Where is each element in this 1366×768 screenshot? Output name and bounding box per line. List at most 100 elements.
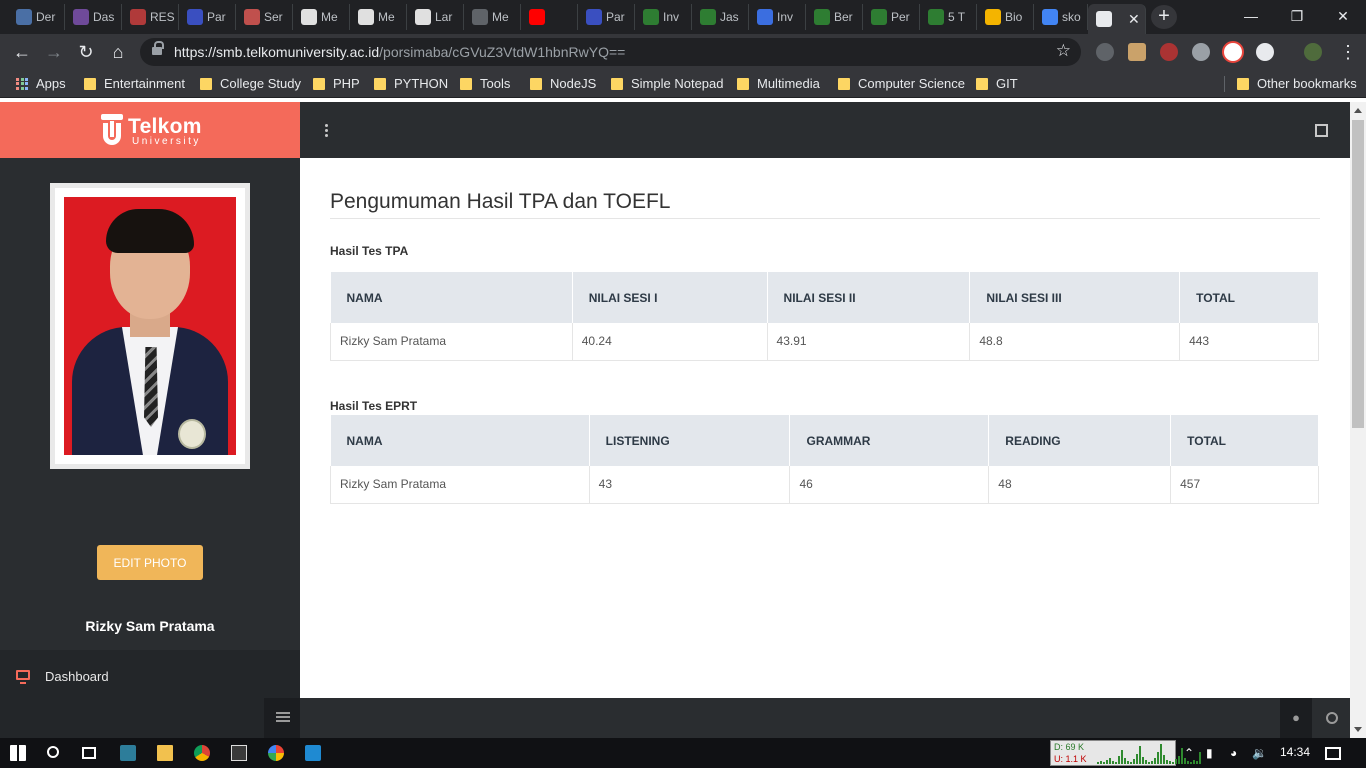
bookmark-item[interactable]: GIT bbox=[976, 76, 1018, 91]
graph-bar bbox=[1145, 760, 1147, 764]
browser-tab[interactable]: ✕ bbox=[1088, 4, 1146, 34]
bookmark-item[interactable]: Entertainment bbox=[84, 76, 185, 91]
new-tab-button[interactable]: + bbox=[1151, 5, 1177, 29]
table-cell: 48.8 bbox=[969, 323, 1181, 361]
favicon-icon bbox=[643, 9, 659, 25]
wifi-icon[interactable]: ◕ bbox=[1230, 746, 1237, 760]
browser-tab[interactable]: Ser bbox=[236, 4, 293, 30]
net-down-label: D: 69 K bbox=[1054, 742, 1085, 752]
task-view-icon[interactable] bbox=[82, 747, 96, 759]
favicon-icon bbox=[415, 9, 431, 25]
brand-header[interactable]: Telkom University bbox=[0, 102, 300, 158]
menu-icon[interactable]: ⋮ bbox=[1336, 40, 1360, 64]
app-icon[interactable] bbox=[268, 745, 284, 761]
graph-bar bbox=[1100, 761, 1102, 764]
graph-bar bbox=[1190, 762, 1192, 764]
tab-label: Me bbox=[321, 10, 338, 24]
tpa-results-table: NAMA NILAI SESI I NILAI SESI II NILAI SESI … bbox=[330, 272, 1319, 361]
battery-icon[interactable]: ▮ bbox=[1206, 746, 1213, 760]
extension-icon[interactable] bbox=[1128, 43, 1146, 61]
bookmark-item[interactable]: College Study bbox=[200, 76, 301, 91]
browser-tab[interactable]: Par bbox=[179, 4, 236, 30]
extension-icon[interactable] bbox=[1222, 41, 1244, 63]
browser-tab[interactable]: Inv bbox=[635, 4, 692, 30]
browser-tab[interactable]: Me bbox=[464, 4, 521, 30]
browser-tab[interactable]: Per bbox=[863, 4, 920, 30]
folder-icon bbox=[1237, 77, 1249, 90]
graph-bar bbox=[1121, 750, 1123, 764]
avatar[interactable] bbox=[1304, 43, 1322, 61]
windows-start-icon[interactable] bbox=[10, 745, 26, 761]
close-window-icon[interactable]: ✕ bbox=[1320, 0, 1366, 32]
back-icon[interactable]: ← bbox=[10, 40, 34, 64]
home-icon[interactable]: ⌂ bbox=[106, 40, 130, 64]
media-app-icon[interactable] bbox=[231, 745, 247, 761]
graph-bar bbox=[1172, 762, 1174, 764]
page-title: Pengumuman Hasil TPA dan TOEFL bbox=[330, 190, 671, 213]
settings-circle-icon[interactable] bbox=[1326, 712, 1338, 724]
bookmark-item[interactable]: Computer Science bbox=[838, 76, 965, 91]
browser-tab[interactable]: 5 T bbox=[920, 4, 977, 30]
scroll-up-icon[interactable] bbox=[1354, 108, 1362, 113]
table-cell: 443 bbox=[1179, 323, 1319, 361]
bookmark-item[interactable]: Tools bbox=[460, 76, 510, 91]
browser-tab[interactable] bbox=[521, 4, 578, 30]
menu-lines-icon[interactable] bbox=[264, 698, 300, 738]
more-options-icon[interactable] bbox=[325, 124, 329, 138]
bookmark-item[interactable]: Multimedia bbox=[737, 76, 820, 91]
graph-bar bbox=[1127, 761, 1129, 764]
bookmark-other[interactable]: Other bookmarks bbox=[1237, 76, 1357, 91]
reload-icon[interactable]: ↻ bbox=[74, 40, 98, 64]
extension-icon[interactable] bbox=[1096, 43, 1114, 61]
minimize-icon[interactable]: — bbox=[1228, 0, 1274, 32]
bookmark-item[interactable]: PYTHON bbox=[374, 76, 448, 91]
close-tab-icon[interactable]: ✕ bbox=[1128, 11, 1140, 28]
bookmark-label: PYTHON bbox=[394, 76, 449, 91]
bookmark-item[interactable]: Apps bbox=[16, 76, 66, 91]
forward-icon[interactable]: → bbox=[42, 40, 66, 64]
sidebar-item-dashboard[interactable]: Dashboard bbox=[0, 650, 300, 698]
extension-icon[interactable] bbox=[1160, 43, 1178, 61]
browser-tab[interactable]: sko bbox=[1034, 4, 1088, 30]
browser-tab[interactable]: Inv bbox=[749, 4, 806, 30]
pin-icon[interactable]: ● bbox=[1280, 698, 1312, 738]
volume-icon[interactable]: 🔉 bbox=[1252, 746, 1267, 760]
chrome-icon[interactable] bbox=[194, 745, 210, 761]
browser-tab[interactable]: Bio bbox=[977, 4, 1034, 30]
divider bbox=[330, 218, 1320, 219]
app-icon[interactable] bbox=[120, 745, 136, 761]
browser-tab[interactable]: Par bbox=[578, 4, 635, 30]
bookmarks-divider bbox=[1224, 76, 1225, 92]
extension-icon[interactable] bbox=[1256, 43, 1274, 61]
bookmark-item[interactable]: PHP bbox=[313, 76, 360, 91]
scrollbar-thumb[interactable] bbox=[1352, 120, 1364, 428]
vscode-icon[interactable] bbox=[305, 745, 321, 761]
browser-tab[interactable]: Der bbox=[8, 4, 65, 30]
browser-tab[interactable]: Das bbox=[65, 4, 122, 30]
bookmark-star-icon[interactable]: ☆ bbox=[1056, 41, 1071, 61]
browser-tab[interactable]: Me bbox=[350, 4, 407, 30]
table-row: Rizky Sam Pratama 40.24 43.91 48.8 443 bbox=[330, 323, 1319, 361]
browser-tab[interactable]: Ber bbox=[806, 4, 863, 30]
file-explorer-icon[interactable] bbox=[157, 745, 173, 761]
edit-photo-button[interactable]: EDIT PHOTO bbox=[97, 545, 203, 580]
browser-tab[interactable]: Me bbox=[293, 4, 350, 30]
restore-icon[interactable]: ❐ bbox=[1274, 0, 1320, 32]
browser-tab[interactable]: RES bbox=[122, 4, 179, 30]
bookmark-item[interactable]: NodeJS bbox=[530, 76, 596, 91]
extension-icon[interactable] bbox=[1192, 43, 1210, 61]
notifications-icon[interactable] bbox=[1325, 747, 1341, 760]
fullscreen-icon[interactable] bbox=[1315, 124, 1328, 137]
column-header: NILAI SESI I bbox=[572, 272, 768, 323]
search-icon[interactable] bbox=[47, 746, 59, 758]
bookmark-item[interactable]: Simple Notepad bbox=[611, 76, 724, 91]
chevron-up-icon[interactable]: ⌃ bbox=[1184, 746, 1194, 760]
folder-icon bbox=[374, 77, 386, 90]
favicon-icon bbox=[130, 9, 146, 25]
clock[interactable]: 14:34 bbox=[1280, 745, 1310, 759]
address-bar[interactable]: https://smb.telkomuniversity.ac.id/porsi… bbox=[140, 38, 1081, 66]
browser-tab[interactable]: Lar bbox=[407, 4, 464, 30]
browser-tab[interactable]: Jas bbox=[692, 4, 749, 30]
vertical-scrollbar[interactable] bbox=[1350, 102, 1366, 738]
scroll-down-icon[interactable] bbox=[1354, 727, 1362, 732]
